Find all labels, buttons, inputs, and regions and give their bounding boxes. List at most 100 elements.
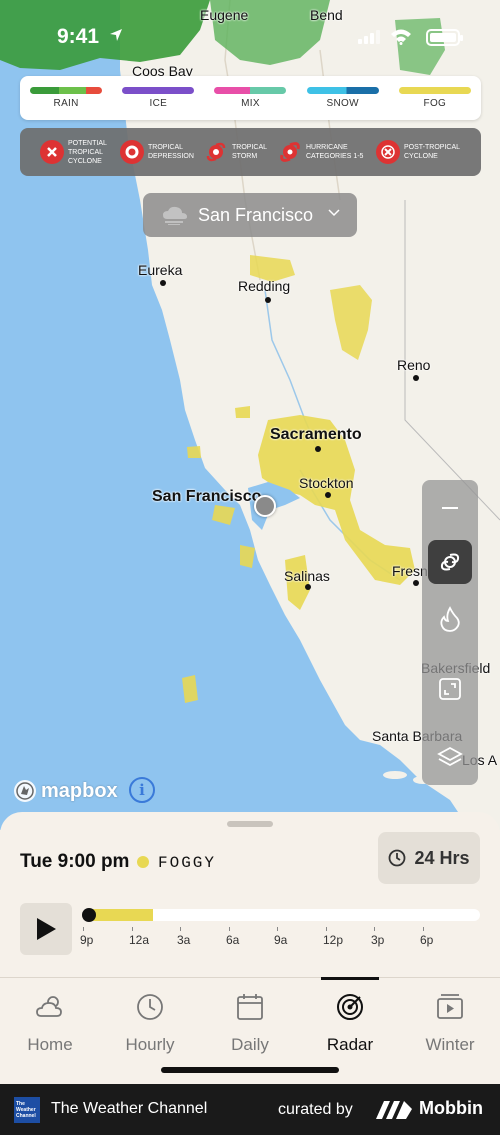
tab-radar-label: Radar — [326, 1035, 374, 1054]
info-button[interactable]: i — [129, 777, 155, 803]
fire-icon — [440, 606, 460, 632]
mapbox-attribution[interactable]: mapbox — [12, 778, 118, 804]
sheet-handle[interactable] — [227, 821, 273, 827]
storm-item-depression: TROPICAL DEPRESSION — [120, 140, 198, 164]
hurricane-layer-icon — [440, 553, 460, 571]
curated-by-label: curated by — [278, 1101, 353, 1118]
storm-legend: POTENTIAL TROPICAL CYCLONE TROPICAL DEPRESS… — [20, 128, 481, 176]
video-icon — [437, 994, 463, 1019]
cloud-sun-icon — [36, 996, 62, 1017]
timeline-knob[interactable] — [82, 908, 96, 922]
fullscreen-button[interactable] — [428, 667, 472, 711]
tab-bar: Home Hourly Daily Radar Winter — [0, 977, 500, 1084]
tab-winter[interactable]: Winter — [400, 978, 500, 1068]
city-label-redding: Redding — [238, 278, 291, 294]
minus-icon — [442, 507, 458, 509]
tab-hourly-label: Hourly — [125, 1035, 175, 1054]
tab-daily-label: Daily — [231, 1035, 269, 1054]
location-selector[interactable]: San Francisco — [143, 193, 357, 237]
location-name: San Francisco — [198, 205, 314, 225]
mapbox-logo-icon — [14, 780, 36, 802]
chevron-down-icon — [328, 209, 340, 217]
tab-radar[interactable]: Radar — [300, 977, 400, 1068]
mobbin-wordmark: Mobbin — [419, 1098, 483, 1118]
mobbin-logo-icon — [376, 1100, 412, 1119]
layers-icon — [437, 746, 463, 767]
map-controls — [422, 480, 478, 785]
legend-item-mix: MIX — [214, 87, 287, 120]
signal-icon — [358, 30, 380, 44]
city-dot-salinas — [305, 584, 311, 590]
play-icon — [37, 918, 56, 940]
map-layers-button[interactable] — [428, 735, 472, 779]
time-range-label: 24 Hrs — [414, 847, 470, 868]
storm-item-post-tropical: POST-TROPICAL CYCLONE — [376, 140, 466, 164]
tab-winter-label: Winter — [425, 1035, 475, 1054]
fire-layer-button[interactable] — [428, 597, 472, 641]
timeline-progress — [86, 909, 153, 921]
timeline-tick: 6a — [226, 927, 240, 947]
play-button[interactable] — [20, 903, 72, 955]
collapse-controls-button[interactable] — [428, 486, 472, 530]
wifi-icon — [391, 29, 411, 45]
timeline-tick: 12p — [323, 927, 344, 947]
tab-hourly[interactable]: Hourly — [100, 978, 200, 1068]
weather-channel-logo: The Weather Channel — [14, 1097, 40, 1123]
precipitation-legend: RAIN ICE MIX SNOW FOG — [20, 76, 481, 120]
storm-item-storm: TROPICAL STORM — [204, 140, 272, 164]
x-circle-icon — [40, 140, 64, 164]
clock-icon — [389, 849, 406, 867]
clock-icon — [137, 994, 163, 1020]
radar-timeline-sheet: Tue 9:00 pm FOGGY 24 Hrs 9p 12a 3a 6a 9a 12p 3… — [0, 812, 500, 977]
city-dot-redding — [265, 297, 271, 303]
ring-icon — [120, 140, 144, 164]
city-dot-eureka — [160, 280, 166, 286]
fog-icon — [163, 206, 187, 225]
radar-map[interactable]: Eugene Bend Coos Bay Eureka Redding Reno… — [0, 0, 500, 830]
time-range-button[interactable]: 24 Hrs — [378, 832, 480, 884]
tab-daily[interactable]: Daily — [200, 978, 300, 1068]
tab-home[interactable]: Home — [0, 978, 100, 1068]
current-location-marker[interactable] — [254, 495, 276, 517]
timeline-tick: 3p — [371, 927, 385, 947]
legend-item-snow: SNOW — [306, 87, 379, 120]
hurricane-icon — [278, 140, 302, 164]
storm-icon — [204, 140, 228, 164]
timeline-tick: 6p — [420, 927, 434, 947]
city-label-reno: Reno — [397, 357, 431, 373]
battery-icon — [426, 29, 463, 46]
city-dot-stockton — [325, 492, 331, 498]
mapbox-wordmark: mapbox — [41, 779, 118, 802]
status-bar: 9:41 — [0, 22, 500, 52]
city-dot-fresno — [413, 580, 419, 586]
x-ring-icon — [376, 140, 400, 164]
city-label-stockton: Stockton — [299, 475, 354, 491]
mobbin-brand: Mobbin — [376, 1098, 483, 1119]
city-label-eugene: Eugene — [200, 7, 249, 23]
app-name: The Weather Channel — [51, 1100, 208, 1117]
city-dot-reno — [413, 375, 419, 381]
city-label-sacramento: Sacramento — [270, 426, 362, 443]
legend-item-ice: ICE — [122, 87, 195, 120]
timeline-slider[interactable] — [82, 908, 480, 922]
radar-icon — [337, 994, 363, 1020]
city-dot-sacramento — [315, 446, 321, 452]
legend-item-rain: RAIN — [30, 87, 103, 120]
footer-bar: The Weather Channel The Weather Channel cu… — [0, 1084, 500, 1135]
city-label-san-francisco: San Francisco — [152, 488, 262, 505]
timeline-ticks: 9p 12a 3a 6a 9a 12p 3p 6p — [80, 927, 480, 953]
fog-indicator-dot — [137, 856, 149, 868]
timeline-tick: 3a — [177, 927, 191, 947]
city-label-salinas: Salinas — [284, 568, 330, 584]
city-label-bend: Bend — [310, 7, 343, 23]
tab-home-label: Home — [27, 1035, 73, 1054]
status-time: 9:41 — [57, 25, 100, 48]
expand-icon — [439, 678, 461, 700]
hurricane-layer-button[interactable] — [428, 540, 472, 584]
legend-item-fog: FOG — [398, 87, 471, 120]
home-indicator — [161, 1067, 339, 1073]
timeline-tick: 9a — [274, 927, 288, 947]
location-arrow-icon — [110, 29, 122, 41]
timeline-tick: 9p — [80, 927, 94, 947]
timeline-datetime: Tue 9:00 pm — [20, 851, 130, 872]
